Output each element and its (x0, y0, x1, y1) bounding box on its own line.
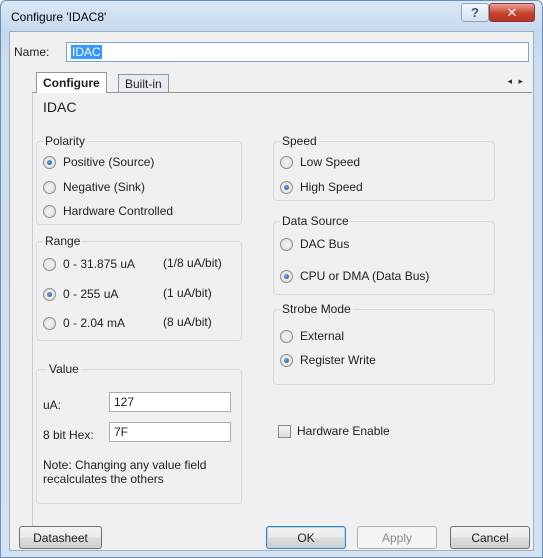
hardware-enable-option[interactable]: Hardware Enable (278, 424, 390, 438)
speed-low-label: Low Speed (300, 155, 361, 169)
name-input[interactable]: IDAC (66, 42, 529, 62)
range-255uA-resolution: (1 uA/bit) (163, 286, 212, 300)
apply-button-label: Apply (381, 530, 413, 545)
close-icon: ✕ (506, 4, 518, 20)
strobe-register-option[interactable]: Register Write (280, 352, 376, 368)
range-option-2mA[interactable]: 0 - 2.04 mA (8 uA/bit) (43, 315, 239, 331)
cancel-button-label: Cancel (471, 530, 509, 545)
data-source-dac-radio[interactable] (280, 237, 293, 251)
configure-panel: IDAC Polarity Positive (Source) Negative… (32, 92, 532, 542)
range-31uA-resolution: (1/8 uA/bit) (163, 256, 222, 270)
hardware-enable-checkbox[interactable] (278, 424, 291, 438)
cancel-button[interactable]: Cancel (450, 526, 530, 549)
speed-high-label: High Speed (300, 180, 363, 194)
range-31uA-label: 0 - 31.875 uA (63, 257, 136, 271)
title-bar[interactable]: Configure 'IDAC8' ? ✕ (1, 1, 542, 33)
range-255uA-radio[interactable] (43, 287, 56, 301)
window-title: Configure 'IDAC8' (11, 10, 107, 24)
data-source-cpu-option[interactable]: CPU or DMA (Data Bus) (280, 268, 429, 284)
tab-built-in[interactable]: Built-in (118, 74, 169, 93)
polarity-negative-option[interactable]: Negative (Sink) (43, 179, 145, 195)
ua-input[interactable]: 127 (109, 392, 231, 412)
ok-button-label: OK (297, 530, 315, 545)
data-source-cpu-label: CPU or DMA (Data Bus) (300, 269, 430, 283)
strobe-mode-group: Strobe Mode External Register Write (273, 302, 495, 385)
polarity-hardware-label: Hardware Controlled (63, 204, 174, 218)
polarity-negative-radio[interactable] (43, 180, 56, 194)
data-source-dac-label: DAC Bus (300, 237, 350, 251)
polarity-positive-label: Positive (Source) (63, 155, 155, 169)
tab-strip: Configure Built-in ◂ ▸ (10, 72, 533, 93)
polarity-hardware-radio[interactable] (43, 204, 56, 218)
speed-low-option[interactable]: Low Speed (280, 154, 360, 170)
tab-built-in-label: Built-in (125, 77, 162, 91)
strobe-register-radio[interactable] (280, 353, 293, 367)
polarity-hardware-option[interactable]: Hardware Controlled (43, 203, 173, 219)
tab-configure-label: Configure (43, 76, 100, 90)
speed-high-radio[interactable] (280, 180, 293, 194)
data-source-group: Data Source DAC Bus CPU or DMA (Data Bus… (273, 214, 495, 295)
strobe-mode-title: Strobe Mode (280, 302, 353, 316)
strobe-register-label: Register Write (300, 353, 376, 367)
range-2mA-radio[interactable] (43, 316, 56, 330)
range-31uA-radio[interactable] (43, 257, 56, 271)
value-note: Note: Changing any value field recalcula… (43, 458, 207, 486)
range-option-255uA[interactable]: 0 - 255 uA (1 uA/bit) (43, 286, 239, 302)
apply-button[interactable]: Apply (357, 526, 437, 549)
dialog-footer: Datasheet OK Apply Cancel (10, 517, 533, 551)
range-2mA-resolution: (8 uA/bit) (163, 315, 212, 329)
tab-scroll-arrows-icon[interactable]: ◂ ▸ (507, 76, 525, 87)
hex-input[interactable]: 7F (109, 422, 231, 442)
help-button[interactable]: ? (461, 3, 489, 22)
polarity-group: Polarity Positive (Source) Negative (Sin… (36, 134, 242, 225)
ua-label: uA: (43, 398, 62, 412)
speed-group: Speed Low Speed High Speed (273, 134, 495, 201)
polarity-positive-radio[interactable] (43, 155, 56, 169)
strobe-external-option[interactable]: External (280, 328, 344, 344)
polarity-negative-label: Negative (Sink) (63, 180, 146, 194)
speed-low-radio[interactable] (280, 155, 293, 169)
range-title: Range (43, 234, 83, 248)
value-group: Value uA: 127 8 bit Hex: 7F Note: Changi… (36, 362, 242, 504)
data-source-title: Data Source (280, 214, 351, 228)
dialog-client: Name: IDAC Configure Built-in ◂ ▸ IDAC P… (9, 31, 534, 551)
configure-dialog: Configure 'IDAC8' ? ✕ Name: IDAC Configu… (0, 0, 543, 558)
panel-title: IDAC (43, 99, 77, 115)
range-2mA-label: 0 - 2.04 mA (63, 316, 126, 330)
strobe-external-radio[interactable] (280, 329, 293, 343)
polarity-positive-option[interactable]: Positive (Source) (43, 154, 154, 170)
close-button[interactable]: ✕ (489, 3, 535, 22)
data-source-cpu-radio[interactable] (280, 269, 293, 283)
strobe-external-label: External (300, 329, 345, 343)
name-label: Name: (14, 45, 50, 59)
datasheet-button[interactable]: Datasheet (19, 526, 102, 549)
hex-value: 7F (114, 425, 129, 439)
range-group: Range 0 - 31.875 uA (1/8 uA/bit) 0 - 255… (36, 234, 242, 341)
range-option-31uA[interactable]: 0 - 31.875 uA (1/8 uA/bit) (43, 256, 239, 272)
range-255uA-label: 0 - 255 uA (63, 287, 119, 301)
name-value: IDAC (71, 45, 102, 59)
help-icon: ? (471, 5, 479, 20)
polarity-title: Polarity (43, 134, 88, 148)
hardware-enable-label: Hardware Enable (297, 424, 390, 438)
datasheet-button-label: Datasheet (33, 530, 88, 545)
data-source-dac-option[interactable]: DAC Bus (280, 236, 349, 252)
speed-high-option[interactable]: High Speed (280, 179, 363, 195)
speed-title: Speed (280, 134, 319, 148)
ok-button[interactable]: OK (266, 526, 346, 549)
tab-configure[interactable]: Configure (36, 72, 107, 93)
value-title: Value (47, 362, 81, 376)
ua-value: 127 (114, 395, 135, 409)
hex-label: 8 bit Hex: (43, 428, 94, 442)
